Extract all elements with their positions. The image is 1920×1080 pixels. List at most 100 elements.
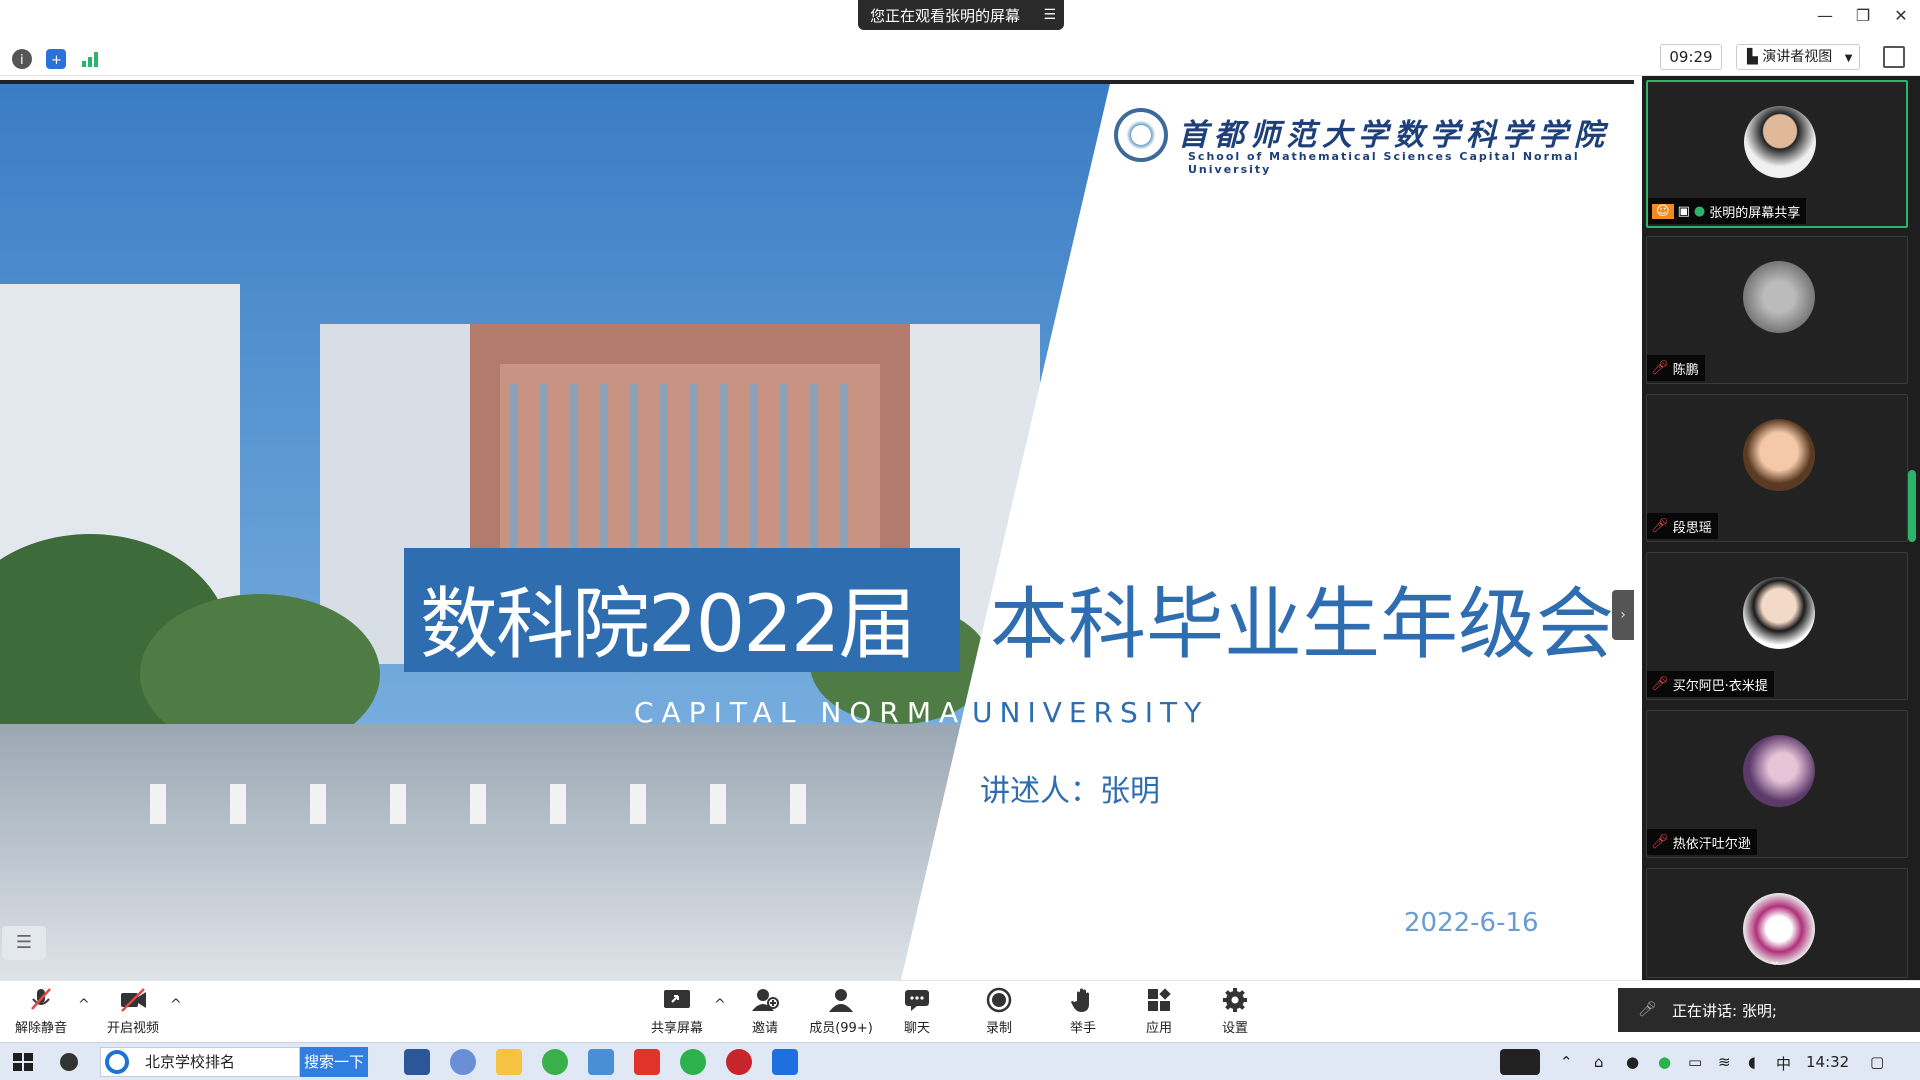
settings-label: 设置 — [1221, 1021, 1248, 1036]
raise-hand-button[interactable]: 举手 — [1048, 985, 1118, 1039]
meeting-app-icon[interactable] — [772, 1049, 798, 1075]
chevron-down-icon[interactable]: ⌄ — [1769, 953, 1781, 969]
gear-icon — [1223, 988, 1247, 1012]
unmute-button[interactable]: 解除静音 — [6, 985, 76, 1039]
fullscreen-icon[interactable] — [1883, 46, 1905, 68]
avatar — [1743, 419, 1815, 491]
members-label: 成员(99+) — [809, 1021, 873, 1036]
members-icon — [829, 989, 853, 1012]
battery-tray-icon[interactable] — [1500, 1049, 1540, 1075]
participant-tile[interactable]: 🎤︎ 陈鹏 — [1646, 236, 1908, 384]
view-mode-dropdown[interactable]: ▙ 演讲者视图 ▼ — [1736, 44, 1860, 70]
share-options-caret[interactable]: ^ — [714, 997, 726, 1013]
security-tray-icon[interactable]: ● — [1658, 1053, 1671, 1071]
members-button[interactable]: 成员(99+) — [806, 985, 876, 1039]
participant-name: 陈鹏 — [1672, 362, 1699, 378]
record-button[interactable]: 录制 — [964, 985, 1034, 1039]
invite-icon — [752, 989, 779, 1011]
app-switch-icon[interactable] — [56, 1049, 82, 1075]
participant-tile[interactable]: ⌄ — [1646, 868, 1908, 978]
presentation-slide: 首都师范大学数学科学学院 School of Mathematical Scie… — [0, 80, 1634, 980]
share-screen-button[interactable]: 共享屏幕 — [642, 985, 712, 1039]
slide-subtitle-right: UNIVERSITY — [972, 696, 1209, 729]
outline-list-icon[interactable]: ☰ — [2, 926, 46, 960]
ime-indicator[interactable]: 中 — [1776, 1053, 1791, 1074]
participant-tile[interactable]: 🎤︎ 热依汗吐尔逊 — [1646, 710, 1908, 858]
avatar — [1743, 735, 1815, 807]
file-explorer-icon[interactable] — [496, 1049, 522, 1075]
meeting-toolbar: i + — [0, 40, 1920, 76]
title-bar: 您正在观看张明的屏幕 ☰ — ❐ ✕ — [0, 0, 1920, 36]
browser-icon — [104, 1049, 130, 1075]
network-tray-icon[interactable]: ⌂ — [1594, 1053, 1604, 1071]
browser-tab-label: 北京学校排名 — [145, 1053, 236, 1071]
start-video-label: 开启视频 — [106, 1021, 159, 1036]
invite-button[interactable]: 邀请 — [730, 985, 800, 1039]
start-video-button[interactable]: 开启视频 — [98, 985, 168, 1039]
wps-icon[interactable] — [634, 1049, 660, 1075]
apps-button[interactable]: 应用 — [1124, 985, 1194, 1039]
r-app-icon[interactable] — [450, 1049, 476, 1075]
collapse-panel-handle[interactable]: › — [1612, 590, 1634, 640]
media-app-icon[interactable] — [726, 1049, 752, 1075]
panel-scrollbar[interactable] — [1908, 470, 1916, 542]
viewing-banner[interactable]: 您正在观看张明的屏幕 ☰ — [858, 0, 1064, 30]
chat-label: 聊天 — [903, 1021, 930, 1036]
viewing-banner-text: 您正在观看张明的屏幕 — [870, 6, 1021, 25]
settings-button[interactable]: 设置 — [1200, 985, 1270, 1039]
shared-screen-area: 首都师范大学数学科学学院 School of Mathematical Scie… — [0, 76, 1642, 980]
mic-on-icon: ● — [1693, 203, 1706, 219]
slide-title-right: 本科毕业生年级会 — [990, 580, 1615, 670]
mic-off-icon: 🎤︎ — [1651, 518, 1669, 534]
windows-start-icon[interactable] — [10, 1049, 36, 1075]
apps-label: 应用 — [1145, 1021, 1172, 1036]
search-button[interactable]: 搜索一下 — [300, 1047, 368, 1077]
video-options-caret[interactable]: ^ — [170, 997, 182, 1013]
svg-text:+: + — [51, 53, 62, 68]
show-hidden-icons[interactable]: ⌃ — [1560, 1053, 1573, 1071]
mic-off-icon: 🎤︎ — [1651, 360, 1669, 376]
share-screen-label: 共享屏幕 — [650, 1021, 703, 1036]
record-label: 录制 — [985, 1021, 1012, 1036]
volume-icon[interactable]: ◖ — [1748, 1053, 1756, 1071]
audio-options-caret[interactable]: ^ — [78, 997, 90, 1013]
notification-icon[interactable]: ▢ — [1870, 1053, 1884, 1071]
minimize-button[interactable]: — — [1810, 6, 1840, 30]
close-button[interactable]: ✕ — [1886, 6, 1916, 30]
hand-icon — [1071, 988, 1089, 1012]
participant-tile[interactable]: ☺ ▣ ● 张明的屏幕共享 — [1646, 80, 1908, 228]
chat-button[interactable]: 聊天 — [882, 985, 952, 1039]
taskbar-clock[interactable]: 14:32 — [1806, 1053, 1849, 1071]
browser-search-input[interactable]: 北京学校排名 — [100, 1047, 300, 1077]
slide-date: 2022-6-16 — [1404, 908, 1539, 938]
slide-title-left: 数科院2022届 — [420, 580, 917, 670]
mic-off-icon: 🎤︎ — [1651, 834, 1669, 850]
image-viewer-icon[interactable] — [588, 1049, 614, 1075]
wechat-icon[interactable] — [680, 1049, 706, 1075]
slide-speaker: 讲述人：张明 — [980, 774, 1160, 809]
layout-icon: ▙ — [1747, 49, 1758, 65]
restore-button[interactable]: ❐ — [1848, 6, 1878, 30]
info-icon[interactable]: i — [12, 49, 32, 69]
qq-tray-icon[interactable]: ● — [1626, 1053, 1639, 1071]
participant-panel: ☺ ▣ ● 张明的屏幕共享 🎤︎ 陈鹏 🎤︎ 段思瑶 🎤︎ 买尔阿巴·衣米提 🎤… — [1642, 76, 1920, 980]
shield-icon[interactable]: + — [46, 49, 66, 69]
participant-tile[interactable]: 🎤︎ 买尔阿巴·衣米提 — [1646, 552, 1908, 700]
school-name-cn: 首都师范大学数学科学学院 — [1178, 118, 1610, 153]
avatar — [1744, 106, 1816, 178]
chat-icon — [905, 990, 929, 1011]
power-tray-icon[interactable]: ▭ — [1688, 1053, 1702, 1071]
participant-name-bar: 🎤︎ 陈鹏 — [1647, 355, 1705, 381]
menu-icon[interactable]: ☰ — [1043, 7, 1056, 23]
speaking-text: 正在讲话: 张明; — [1672, 1001, 1777, 1020]
wifi-icon[interactable]: ≋ — [1718, 1053, 1731, 1071]
meeting-timer: 09:29 — [1660, 44, 1722, 70]
signal-icon[interactable] — [80, 49, 100, 69]
participant-tile[interactable]: 🎤︎ 段思瑶 — [1646, 394, 1908, 542]
participant-name-bar: 🎤︎ 买尔阿巴·衣米提 — [1647, 671, 1774, 697]
participant-name: 段思瑶 — [1672, 520, 1712, 536]
participant-name: 热依汗吐尔逊 — [1672, 836, 1751, 852]
word-icon[interactable] — [404, 1049, 430, 1075]
mic-off-icon: 🎤︎ — [1651, 676, 1669, 692]
ie-icon[interactable] — [542, 1049, 568, 1075]
